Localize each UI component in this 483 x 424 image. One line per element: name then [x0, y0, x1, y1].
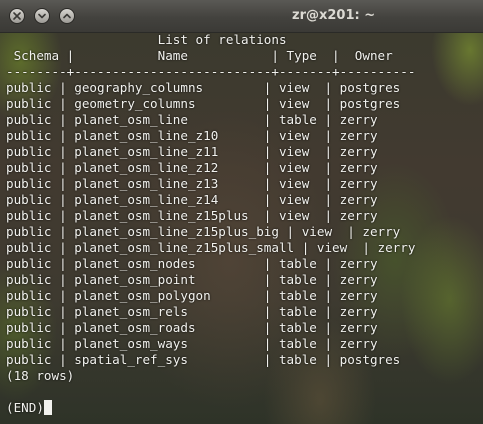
table-row: public | spatial_ref_sys | table | postg…: [6, 352, 401, 367]
minimize-button[interactable]: [34, 8, 50, 24]
table-row: public | planet_osm_line_z12 | view | ze…: [6, 160, 378, 175]
table-row: public | planet_osm_ways | table | zerry: [6, 336, 378, 351]
table-row: public | planet_osm_nodes | table | zerr…: [6, 256, 378, 271]
window-title: zr@x201: ~: [292, 8, 376, 23]
table-row: public | planet_osm_point | table | zerr…: [6, 272, 378, 287]
table-row: public | planet_osm_line_z14 | view | ze…: [6, 192, 378, 207]
chevron-up-icon: [63, 13, 71, 19]
table-row: public | planet_osm_line_z13 | view | ze…: [6, 176, 378, 191]
maximize-button[interactable]: [59, 8, 75, 24]
row-count: (18 rows): [6, 368, 75, 383]
table-row: public | planet_osm_line_z15plus_big | v…: [6, 224, 401, 239]
table-title: List of relations: [6, 32, 287, 47]
table-row: public | planet_osm_line_z11 | view | ze…: [6, 144, 378, 159]
table-row: public | planet_osm_polygon | table | ze…: [6, 288, 378, 303]
terminal-window: zr@x201: ~ List of relations Schema | Na…: [0, 0, 483, 424]
table-row: public | planet_osm_rels | table | zerry: [6, 304, 378, 319]
table-row: public | planet_osm_line_z15plus | view …: [6, 208, 378, 223]
table-row: public | planet_osm_line | table | zerry: [6, 112, 378, 127]
pager-prompt[interactable]: (END): [6, 400, 52, 416]
table-row: public | planet_osm_roads | table | zerr…: [6, 320, 378, 335]
chevron-down-icon: [38, 13, 46, 19]
title-bar[interactable]: zr@x201: ~: [0, 0, 483, 33]
close-icon: [13, 12, 21, 20]
pager-end-label: (END): [6, 400, 44, 415]
table-row: public | geometry_columns | view | postg…: [6, 96, 401, 111]
close-button[interactable]: [9, 8, 25, 24]
table-row: public | geography_columns | view | post…: [6, 80, 401, 95]
table-row: public | planet_osm_line_z15plus_small |…: [6, 240, 416, 255]
column-header: Schema | Name | Type | Owner: [6, 48, 393, 63]
text-cursor: [43, 400, 52, 415]
table-row: public | planet_osm_line_z10 | view | ze…: [6, 128, 378, 143]
header-separator: --------+--------------------------+----…: [6, 64, 416, 79]
terminal-output[interactable]: List of relations Schema | Name | Type |…: [6, 32, 415, 384]
